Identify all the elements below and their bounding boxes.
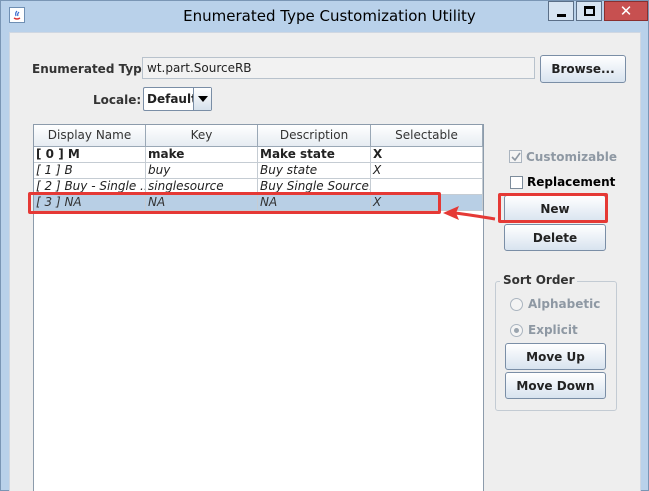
cell-display-name: [ 0 ] M [34,147,146,163]
locale-label: Locale: [93,93,142,107]
customizable-label: Customizable [526,150,618,164]
annotation-arrow-icon [443,206,496,221]
cell-key: buy [146,163,258,179]
column-header-key[interactable]: Key [146,125,258,147]
alphabetic-radio[interactable] [510,298,523,311]
annotation-highlight-row [28,192,441,214]
alphabetic-label: Alphabetic [528,297,601,311]
enum-entries-table[interactable]: Display Name Key Description Selectable … [33,124,484,491]
cell-description: Make state [258,147,371,163]
dialog-content: Enumerated Type: wt.part.SourceRB Browse… [9,32,641,491]
browse-button[interactable]: Browse... [540,55,626,83]
maximize-icon [584,6,595,16]
close-icon: ✕ [619,2,633,20]
locale-dropdown[interactable]: Default [143,87,212,111]
cell-selectable: X [371,147,483,163]
cell-display-name: [ 1 ] B [34,163,146,179]
locale-value: Default [147,92,197,106]
app-window: Enumerated Type Customization Utility ✕ … [0,0,649,491]
explicit-radio[interactable] [510,324,523,337]
cell-selectable: X [371,163,483,179]
sort-order-title: Sort Order [500,273,578,287]
dropdown-arrow[interactable] [193,88,211,110]
minimize-icon [557,14,566,17]
table-header: Display Name Key Description Selectable [34,125,483,147]
replacement-label: Replacement [527,175,616,189]
enum-type-label: Enumerated Type: [32,62,155,76]
title-bar[interactable]: Enumerated Type Customization Utility ✕ [1,1,648,31]
replacement-checkbox[interactable] [510,176,523,189]
move-down-button[interactable]: Move Down [505,372,606,399]
annotation-highlight-new-button [498,193,608,223]
cell-key: make [146,147,258,163]
delete-button[interactable]: Delete [504,224,606,251]
move-up-button[interactable]: Move Up [505,343,606,370]
chevron-down-icon [198,96,208,102]
close-button[interactable]: ✕ [604,1,648,21]
column-header-display-name[interactable]: Display Name [34,125,146,147]
column-header-selectable[interactable]: Selectable [371,125,483,147]
explicit-label: Explicit [528,323,578,337]
enum-type-field[interactable]: wt.part.SourceRB [142,57,535,79]
column-header-description[interactable]: Description [258,125,371,147]
checkmark-icon [511,152,521,162]
cell-description: Buy state [258,163,371,179]
table-row[interactable]: [ 1 ] B buy Buy state X [34,163,483,179]
customizable-checkbox[interactable] [509,150,522,163]
maximize-button[interactable] [576,1,602,21]
table-row[interactable]: [ 0 ] M make Make state X [34,147,483,163]
radio-selected-dot [514,328,519,333]
minimize-button[interactable] [548,1,574,21]
